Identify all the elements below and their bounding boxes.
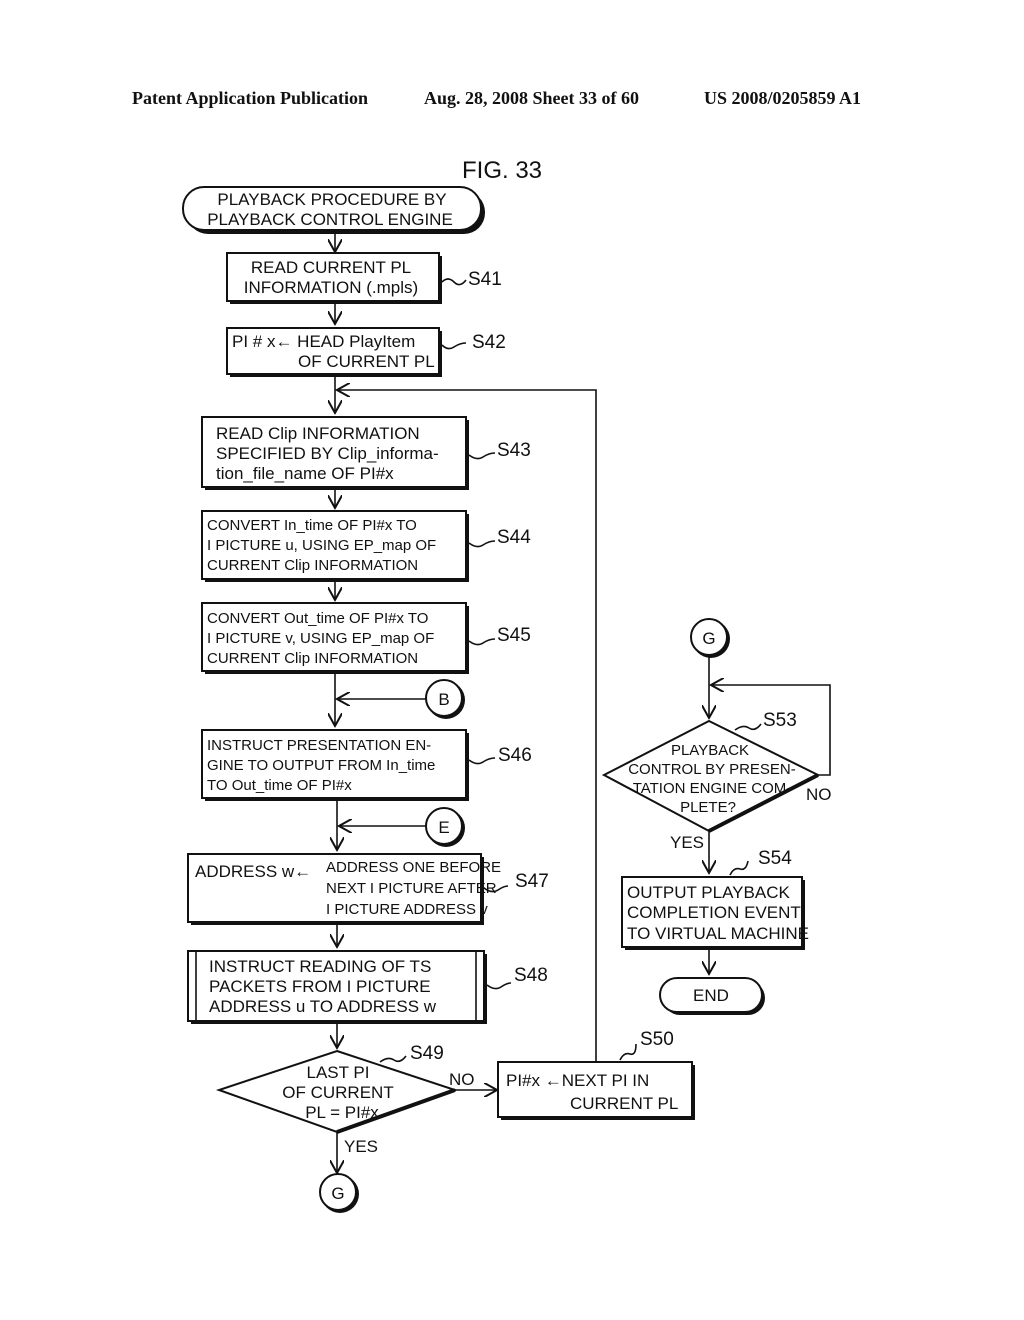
s53-line-1: PLAYBACK [671,742,749,759]
s49-line-2: OF CURRENT [282,1083,393,1102]
start-line-1: PLAYBACK PROCEDURE BY [217,190,446,209]
start-line-2: PLAYBACK CONTROL ENGINE [207,210,453,229]
s48-line-1: INSTRUCT READING OF TS [209,957,431,976]
s47-label: S47 [515,871,549,892]
s50-line-2: CURRENT PL [570,1094,678,1113]
s53-no-label: NO [806,785,832,804]
s43-label: S43 [497,440,531,461]
s46-line-3: TO Out_time OF PI#x [207,777,352,794]
end-terminal: END [659,977,765,1015]
s50-line-1: PI#x ←NEXT PI IN [506,1071,649,1090]
s42-label: S42 [472,332,506,353]
s53-line-3: TATION ENGINE COM- [633,780,792,797]
s46-line-1: INSTRUCT PRESENTATION EN- [207,737,431,754]
s50-label: S50 [640,1029,674,1050]
s44-line-2: I PICTURE u, USING EP_map OF [207,537,436,554]
s54-line-3: TO VIRTUAL MACHINE [627,924,809,943]
s47-line-3: I PICTURE ADDRESS v [326,901,488,918]
s46-line-2: GINE TO OUTPUT FROM In_time [207,757,435,774]
s53-line-2: CONTROL BY PRESEN- [628,761,796,778]
step-s48: INSTRUCT READING OF TS PACKETS FROM I PI… [187,950,548,1024]
s41-label: S41 [468,269,502,290]
s47-left-text: ADDRESS w← [195,862,311,881]
s47-line-1: ADDRESS ONE BEFORE [326,859,501,876]
s42-line-1: PI # x← HEAD PlayItem [232,332,415,351]
s44-line-3: CURRENT Clip INFORMATION [207,557,418,574]
s54-line-2: COMPLETION EVENT [627,903,801,922]
start-terminal: PLAYBACK PROCEDURE BY PLAYBACK CONTROL E… [182,186,485,234]
s49-label: S49 [410,1043,444,1064]
decision-s49: LAST PI OF CURRENT PL = PI#x S49 NO YES [215,1043,475,1156]
s45-line-1: CONVERT Out_time OF PI#x TO [207,610,428,627]
step-s45: CONVERT Out_time OF PI#x TO I PICTURE v,… [201,602,531,674]
s41-line-1: READ CURRENT PL [251,258,411,277]
end-label: END [693,986,729,1005]
s49-line-1: LAST PI [307,1063,370,1082]
s43-line-2: SPECIFIED BY Clip_informa- [216,444,439,463]
s54-line-1: OUTPUT PLAYBACK [627,883,790,902]
s43-line-1: READ Clip INFORMATION [216,424,420,443]
decision-s53: PLAYBACK CONTROL BY PRESEN- TATION ENGIN… [601,710,832,852]
s41-line-2: INFORMATION (.mpls) [244,278,418,297]
step-s42: PI # x← HEAD PlayItem OF CURRENT PL S42 [226,327,506,377]
connector-e: E [339,807,465,847]
connector-g-out: G [319,1173,359,1213]
s45-label: S45 [497,625,531,646]
step-s47: ADDRESS w← ADDRESS ONE BEFORE NEXT I PIC… [187,853,549,925]
s44-line-1: CONVERT In_time OF PI#x TO [207,517,417,534]
s48-line-3: ADDRESS u TO ADDRESS w [209,997,437,1016]
flowchart: FIG. 33 PLAYBACK PROCEDURE BY PLAYBACK C… [182,157,832,1213]
connector-b: B [337,679,465,719]
connector-g-in-label: G [702,629,715,648]
s43-line-3: tion_file_name OF PI#x [216,464,394,483]
s49-no-label: NO [449,1070,475,1089]
connector-g-in: G [690,618,730,658]
s53-line-4: PLETE? [680,799,736,816]
connector-g-out-label: G [331,1184,344,1203]
step-s43: READ Clip INFORMATION SPECIFIED BY Clip_… [201,416,531,490]
s47-line-2: NEXT I PICTURE AFTER [326,880,497,897]
s49-line-3: PL = PI#x [305,1103,379,1122]
step-s41: READ CURRENT PL INFORMATION (.mpls) S41 [226,252,502,304]
s48-label: S48 [514,965,548,986]
s44-label: S44 [497,527,531,548]
step-s54: OUTPUT PLAYBACK COMPLETION EVENT TO VIRT… [621,848,809,950]
s53-label: S53 [763,710,797,731]
s48-line-2: PACKETS FROM I PICTURE [209,977,431,996]
s45-line-2: I PICTURE v, USING EP_map OF [207,630,434,647]
step-s44: CONVERT In_time OF PI#x TO I PICTURE u, … [201,510,531,582]
connector-b-label: B [438,690,449,709]
s53-yes-label: YES [670,833,704,852]
s45-line-3: CURRENT Clip INFORMATION [207,650,418,667]
step-s46: INSTRUCT PRESENTATION EN- GINE TO OUTPUT… [201,729,532,801]
s54-label: S54 [758,848,792,869]
s42-line-2: OF CURRENT PL [298,352,435,371]
connector-e-label: E [438,818,449,837]
figure-title: FIG. 33 [462,157,542,184]
s49-yes-label: YES [344,1137,378,1156]
s46-label: S46 [498,745,532,766]
